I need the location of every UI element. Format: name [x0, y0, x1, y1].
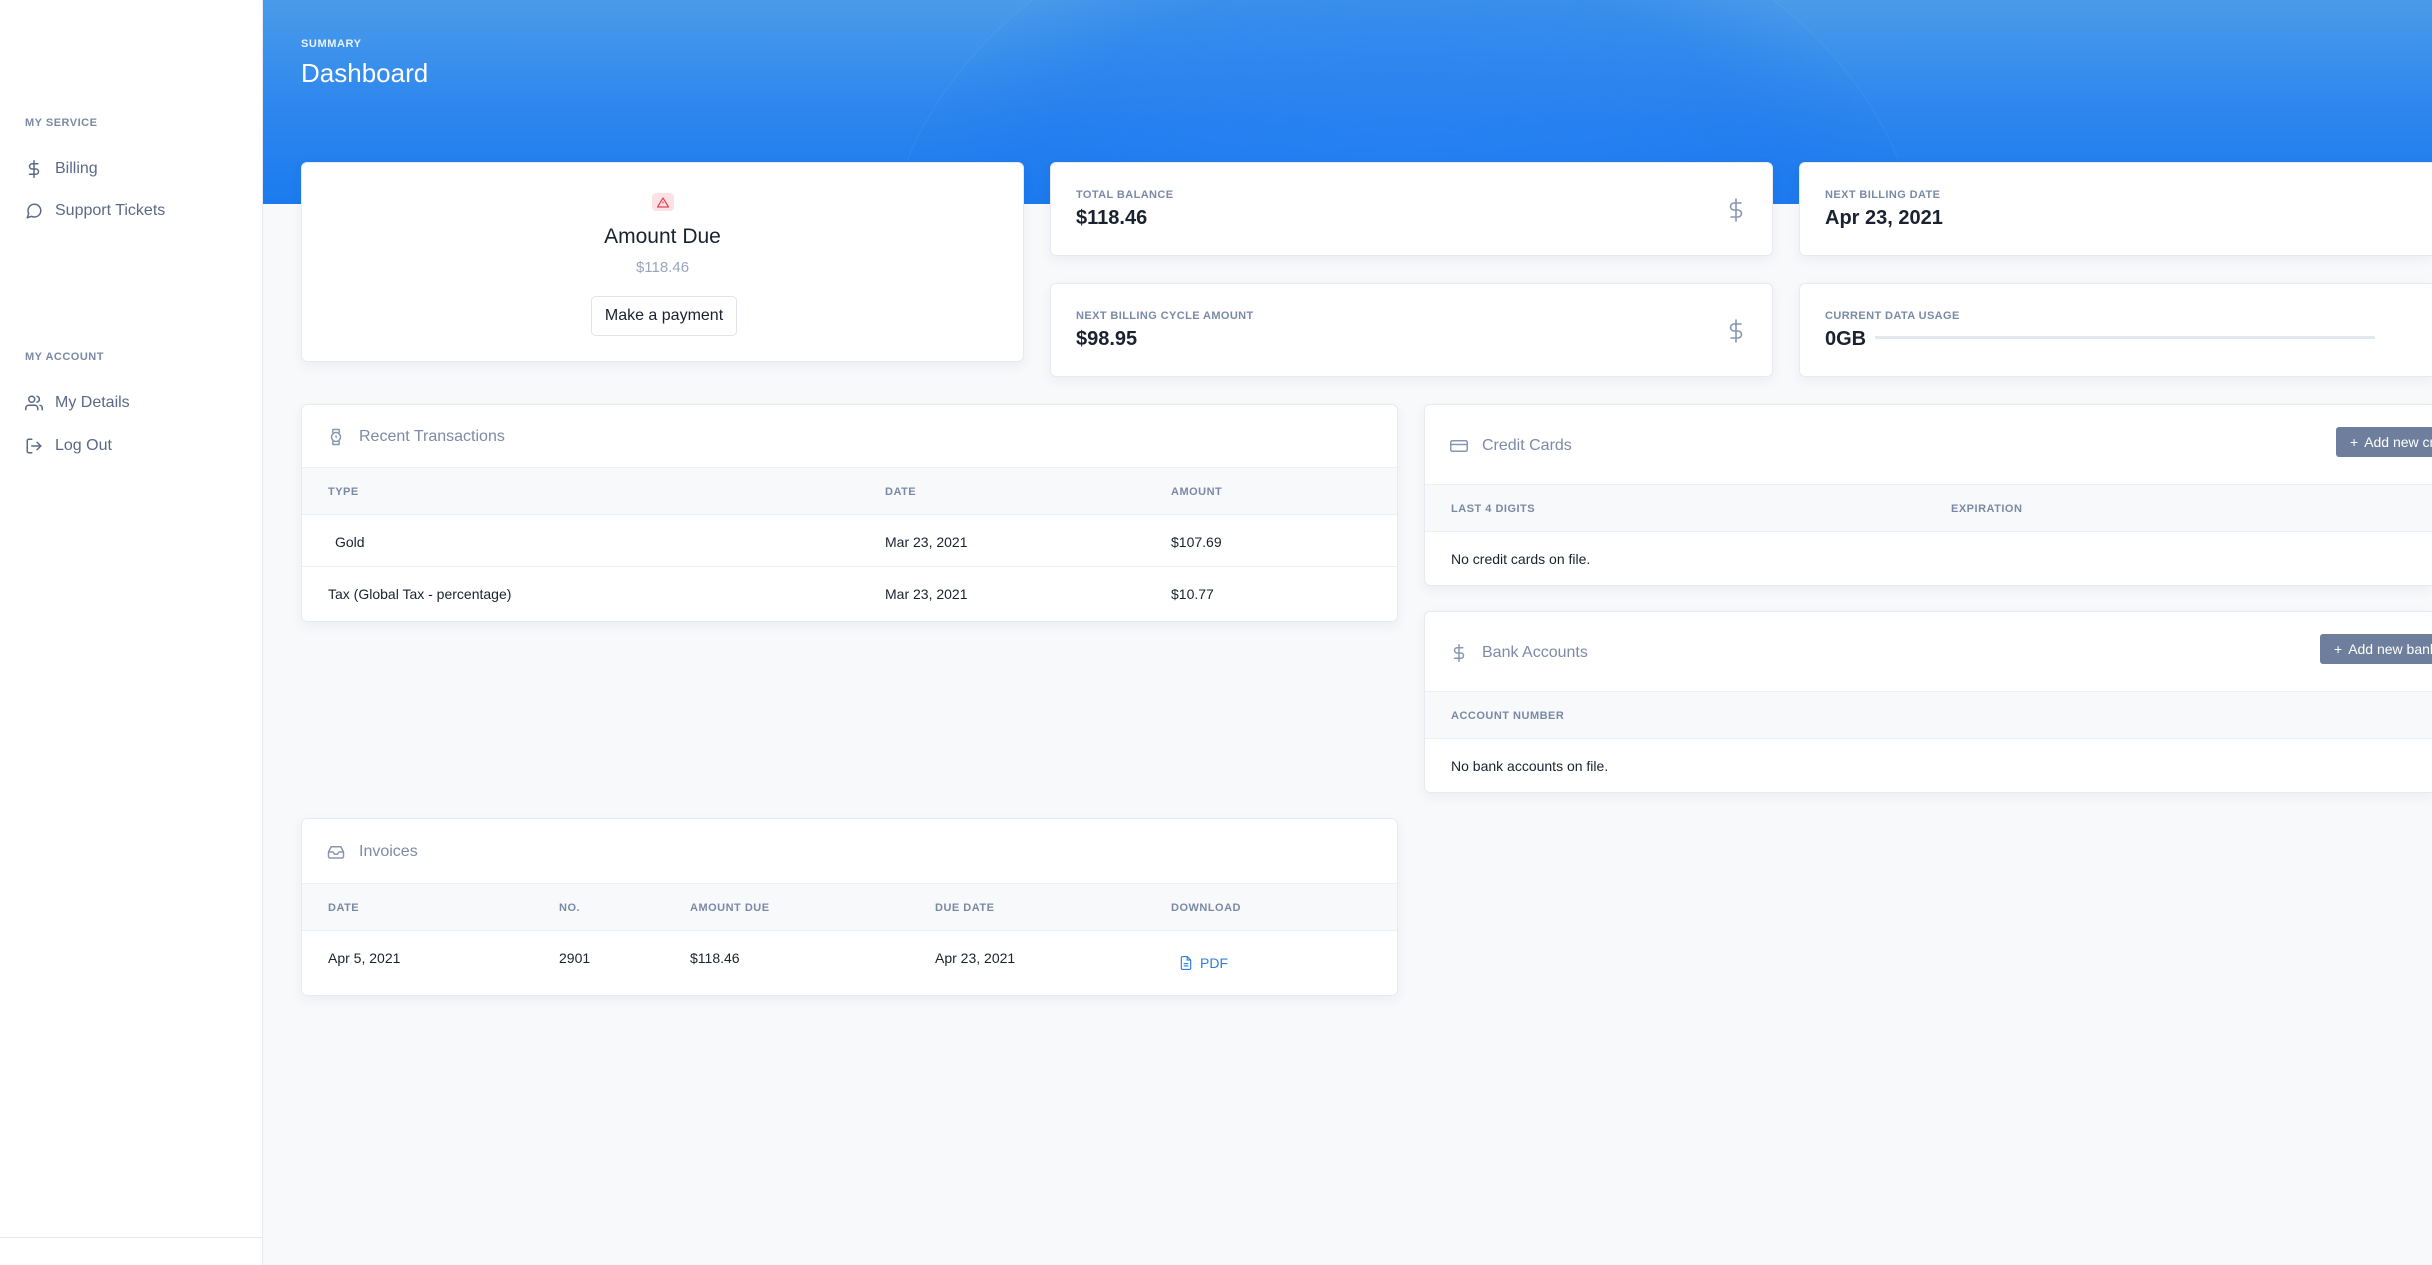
- card-title: Recent Transactions: [359, 428, 505, 445]
- credit-cards-card: Credit Cards + Add new credit card LAST …: [1424, 404, 2432, 586]
- sidebar-item-support-tickets[interactable]: Support Tickets: [25, 197, 165, 225]
- dollar-icon: [1453, 644, 1465, 662]
- bank-accounts-card: Bank Accounts + Add new bank account ACC…: [1424, 611, 2432, 793]
- data-usage-bar: [1875, 336, 2375, 339]
- cell-type: Gold: [335, 534, 365, 550]
- invoices-card: Invoices DATE NO. AMOUNT DUE DUE DATE DO…: [301, 818, 1398, 996]
- stat-value: $118.46: [1076, 207, 1148, 229]
- recent-transactions-card: Recent Transactions TYPE DATE AMOUNT Gol…: [301, 404, 1398, 622]
- sidebar-item-log-out[interactable]: Log Out: [25, 432, 112, 460]
- table-row: Gold Mar 23, 2021 $107.69: [302, 515, 1397, 567]
- column-header: TYPE: [328, 486, 359, 498]
- card-header: Bank Accounts: [1450, 642, 1588, 664]
- card-header: Invoices: [327, 841, 418, 863]
- next-cycle-amount-card: NEXT BILLING CYCLE AMOUNT $98.95: [1050, 283, 1773, 377]
- make-payment-button[interactable]: Make a payment: [591, 296, 737, 336]
- table-header: TYPE DATE AMOUNT: [302, 467, 1397, 515]
- button-label: Add new bank account: [2348, 641, 2432, 657]
- card-title: Bank Accounts: [1482, 644, 1588, 661]
- stat-label: NEXT BILLING DATE: [1825, 189, 1941, 201]
- add-credit-card-button[interactable]: + Add new credit card: [2336, 427, 2432, 457]
- warning-icon: [652, 193, 674, 211]
- button-label: Add new credit card: [2364, 434, 2432, 450]
- table-row: Tax (Global Tax - percentage) Mar 23, 20…: [302, 567, 1397, 619]
- cell-date: Mar 23, 2021: [885, 534, 968, 550]
- column-header: DOWNLOAD: [1171, 902, 1241, 914]
- download-pdf-link[interactable]: PDF: [1180, 955, 1228, 971]
- data-usage-card: CURRENT DATA USAGE 0GB: [1799, 283, 2432, 377]
- stat-value: Apr 23, 2021: [1825, 207, 1943, 229]
- watch-icon: [330, 428, 342, 446]
- card-header: Recent Transactions: [327, 426, 505, 448]
- cell-amount-due: $118.46: [690, 950, 740, 966]
- column-header: DATE: [885, 486, 917, 498]
- nav-section-my-service: MY SERVICE: [25, 117, 98, 129]
- amount-due-title: Amount Due: [604, 225, 721, 248]
- cell-date: Apr 5, 2021: [328, 950, 401, 966]
- chat-bubble-icon: [26, 203, 42, 219]
- empty-message: No credit cards on file.: [1451, 551, 1591, 567]
- column-header: DUE DATE: [935, 902, 995, 914]
- cell-date: Mar 23, 2021: [885, 586, 968, 602]
- column-header: ACCOUNT NUMBER: [1451, 710, 1565, 722]
- plus-icon: +: [2350, 434, 2359, 450]
- plus-icon: +: [2334, 641, 2343, 657]
- stat-label: CURRENT DATA USAGE: [1825, 310, 1960, 322]
- dollar-icon: [28, 160, 40, 178]
- sidebar-footer: [0, 1237, 263, 1265]
- column-header: DATE: [328, 902, 360, 914]
- sidebar: MY SERVICE Billing Support Tickets MY AC…: [0, 0, 263, 1265]
- cell-amount: $10.77: [1171, 586, 1214, 602]
- dollar-icon: [1729, 319, 1743, 343]
- app-root: MY SERVICE Billing Support Tickets MY AC…: [0, 0, 2432, 1265]
- cell-type: Tax (Global Tax - percentage): [328, 586, 512, 602]
- inbox-icon: [327, 846, 345, 859]
- credit-card-icon: [1450, 440, 1468, 452]
- column-header: AMOUNT DUE: [690, 902, 770, 914]
- link-label: PDF: [1200, 955, 1228, 971]
- sidebar-item-my-details[interactable]: My Details: [25, 389, 130, 417]
- page-eyebrow: SUMMARY: [301, 38, 362, 50]
- card-title: Invoices: [359, 843, 418, 860]
- empty-message: No bank accounts on file.: [1451, 758, 1609, 774]
- page-title: Dashboard: [301, 58, 429, 88]
- table-row: Apr 5, 2021 2901 $118.46 Apr 23, 2021 PD…: [302, 931, 1397, 995]
- amount-due-card: Amount Due $118.46 Make a payment: [301, 162, 1024, 362]
- stat-label: TOTAL BALANCE: [1076, 189, 1174, 201]
- stat-value: 0GB: [1825, 328, 1867, 350]
- total-balance-card: TOTAL BALANCE $118.46: [1050, 162, 1773, 256]
- add-bank-account-button[interactable]: + Add new bank account: [2320, 634, 2432, 664]
- column-header: NO.: [559, 902, 581, 914]
- card-header: Credit Cards: [1450, 435, 1572, 457]
- cell-number: 2901: [559, 950, 591, 966]
- column-header: LAST 4 DIGITS: [1451, 503, 1536, 515]
- sidebar-item-label: My Details: [55, 394, 130, 411]
- table-header: DATE NO. AMOUNT DUE DUE DATE DOWNLOAD: [302, 883, 1397, 931]
- logout-icon: [26, 438, 42, 454]
- column-header: AMOUNT: [1171, 486, 1223, 498]
- column-header: EXPIRATION: [1951, 503, 2023, 515]
- users-icon: [25, 395, 43, 411]
- file-icon: [1180, 956, 1192, 970]
- amount-due-value: $118.46: [635, 259, 690, 276]
- table-row: No bank accounts on file.: [1425, 739, 2432, 791]
- nav-section-my-account: MY ACCOUNT: [25, 351, 104, 363]
- cell-due-date: Apr 23, 2021: [935, 950, 1016, 966]
- card-title: Credit Cards: [1482, 437, 1572, 454]
- table-row: No credit cards on file.: [1425, 532, 2432, 584]
- sidebar-item-label: Support Tickets: [55, 202, 166, 219]
- table-header: ACCOUNT NUMBER: [1425, 691, 2432, 739]
- table-header: LAST 4 DIGITS EXPIRATION: [1425, 484, 2432, 532]
- stat-label: NEXT BILLING CYCLE AMOUNT: [1076, 310, 1254, 322]
- cell-amount: $107.69: [1171, 534, 1222, 550]
- sidebar-item-label: Billing: [55, 160, 98, 177]
- sidebar-item-billing[interactable]: Billing: [25, 155, 98, 183]
- sidebar-item-label: Log Out: [55, 437, 112, 454]
- dollar-icon: [1729, 198, 1743, 222]
- next-billing-date-card: NEXT BILLING DATE Apr 23, 2021: [1799, 162, 2432, 256]
- stat-value: $98.95: [1076, 328, 1138, 350]
